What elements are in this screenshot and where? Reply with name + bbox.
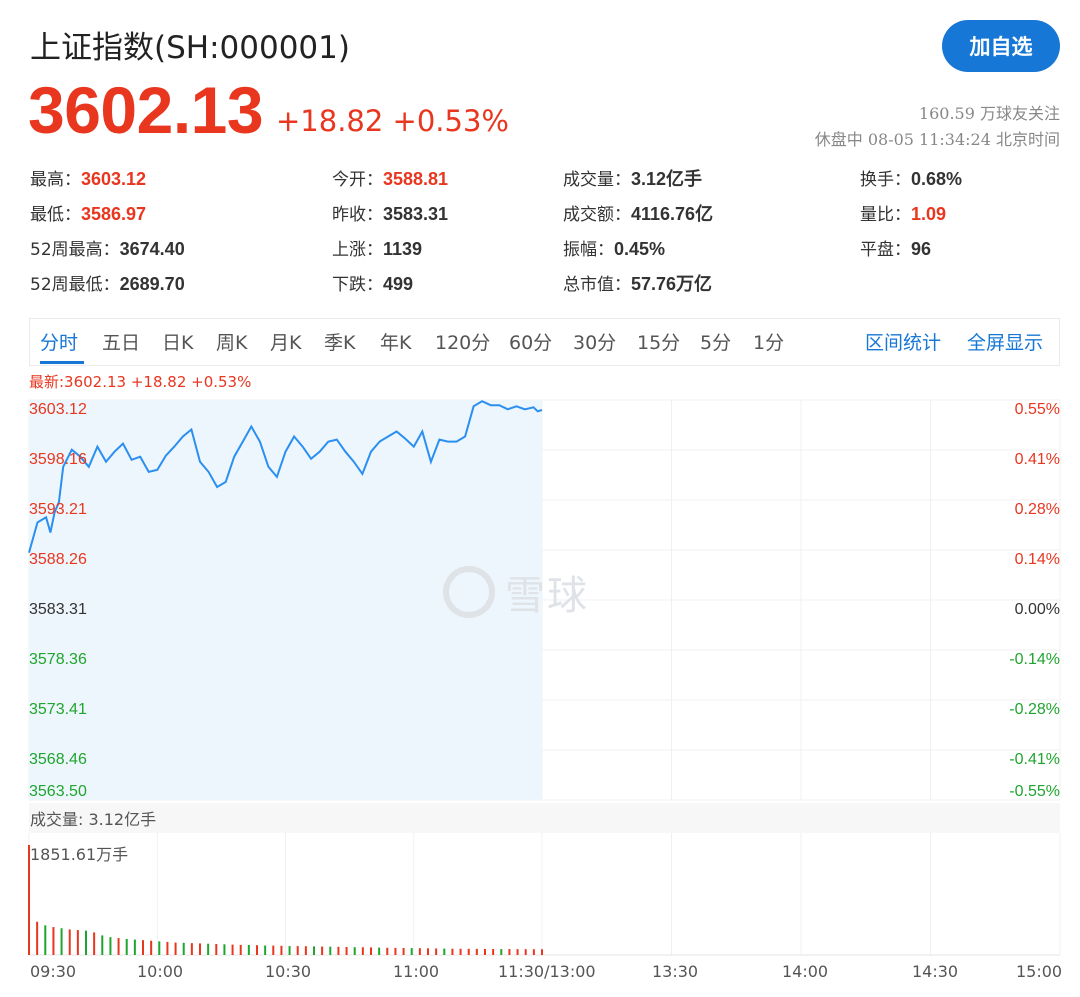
x-tick-label: 11:00	[393, 962, 440, 981]
volume-bar	[85, 930, 87, 955]
volume-bar	[516, 949, 519, 955]
volume-bar	[386, 947, 389, 955]
volume-bar	[93, 932, 96, 955]
y-tick-right: -0.55%	[1009, 783, 1060, 800]
y-tick-left: 3568.46	[29, 751, 87, 768]
volume-bar	[158, 941, 161, 955]
volume-bar	[337, 946, 340, 955]
volume-bar	[361, 947, 364, 955]
y-tick-right: 0.14%	[1015, 551, 1060, 568]
volume-bar	[541, 949, 543, 955]
volume-bar	[190, 943, 193, 955]
volume-bar	[370, 947, 372, 955]
x-tick-label: 11:30/13:00	[498, 962, 596, 981]
y-tick-right: 0.00%	[1015, 601, 1060, 618]
volume-bar	[532, 949, 535, 955]
volume-bar	[280, 945, 283, 955]
volume-bar	[109, 937, 112, 955]
volume-bar	[223, 944, 226, 955]
volume-bar	[378, 947, 381, 955]
x-tick-label: 10:00	[137, 962, 184, 981]
volume-bar	[467, 948, 470, 955]
volume-header-band	[29, 803, 1060, 833]
y-tick-left: 3563.50	[29, 783, 87, 800]
volume-bar	[459, 948, 462, 955]
volume-bar	[272, 945, 275, 955]
y-tick-right: 0.41%	[1015, 451, 1060, 468]
x-tick-label: 10:30	[265, 962, 312, 981]
volume-bar	[239, 944, 242, 955]
volume-bar	[394, 947, 397, 955]
volume-bar	[68, 929, 71, 955]
volume-bar	[52, 927, 55, 955]
volume-bar	[125, 938, 128, 955]
volume-bar	[402, 947, 405, 955]
volume-bar	[117, 938, 120, 955]
volume-bar	[500, 949, 503, 955]
volume-bar	[296, 946, 299, 955]
volume-bar	[174, 942, 177, 955]
volume-bar	[182, 942, 185, 955]
volume-bar	[418, 948, 421, 955]
y-tick-left: 3583.31	[29, 601, 87, 618]
volume-bar	[215, 944, 218, 955]
y-tick-left: 3593.21	[29, 501, 87, 518]
volume-bar	[492, 948, 495, 955]
y-tick-right: -0.14%	[1009, 651, 1060, 668]
x-tick-label: 14:00	[782, 962, 829, 981]
y-tick-left: 3588.26	[29, 551, 87, 568]
volume-bar	[313, 946, 315, 955]
volume-bar	[427, 948, 429, 955]
x-tick-label: 09:30	[30, 962, 77, 981]
volume-bar	[475, 948, 478, 955]
volume-max-label: 1851.61万手	[30, 845, 129, 864]
volume-bar	[133, 939, 136, 955]
y-tick-left: 3603.12	[29, 401, 87, 418]
watermark-text: 雪球	[505, 573, 589, 619]
y-tick-left: 3598.16	[29, 451, 87, 468]
x-tick-label: 13:30	[652, 962, 699, 981]
volume-label: 成交量: 3.12亿手	[30, 810, 157, 829]
volume-bar	[329, 946, 332, 955]
volume-bar	[44, 925, 47, 955]
x-tick-label: 14:30	[912, 962, 959, 981]
y-tick-left: 3578.36	[29, 651, 87, 668]
volume-bar	[60, 928, 63, 955]
volume-bar	[207, 943, 210, 955]
volume-bar	[435, 948, 438, 955]
volume-bar	[231, 944, 234, 955]
volume-bar	[443, 948, 446, 955]
volume-bar	[247, 945, 250, 955]
volume-bar	[150, 940, 153, 955]
volume-bar	[321, 946, 324, 955]
volume-bar	[142, 940, 144, 955]
intraday-chart[interactable]: 3603.12 3598.16 3593.21 3588.26 3583.31 3578.…	[0, 0, 1080, 997]
volume-bar	[524, 949, 527, 955]
volume-bar	[101, 935, 104, 955]
volume-bar	[353, 947, 356, 955]
volume-bar	[36, 921, 39, 955]
volume-bar	[304, 946, 307, 955]
y-tick-right: 0.28%	[1015, 501, 1060, 518]
volume-bar	[410, 948, 413, 955]
volume-bar	[288, 946, 291, 955]
y-tick-right: -0.41%	[1009, 751, 1060, 768]
volume-bar	[166, 941, 169, 955]
volume-bar	[484, 948, 486, 955]
y-tick-right: -0.28%	[1009, 701, 1060, 718]
x-tick-label: 15:00	[1016, 962, 1063, 981]
volume-bar	[508, 949, 511, 955]
y-tick-left: 3573.41	[29, 701, 87, 718]
volume-bar	[451, 948, 454, 955]
volume-bar	[199, 943, 201, 955]
volume-bar	[264, 945, 267, 955]
watermark-logo: 雪球	[443, 563, 589, 621]
y-tick-right: 0.55%	[1015, 401, 1060, 418]
volume-bar	[76, 930, 79, 955]
volume-bar	[345, 946, 348, 955]
xueqiu-logo-icon	[443, 566, 495, 618]
volume-bar	[256, 945, 258, 955]
